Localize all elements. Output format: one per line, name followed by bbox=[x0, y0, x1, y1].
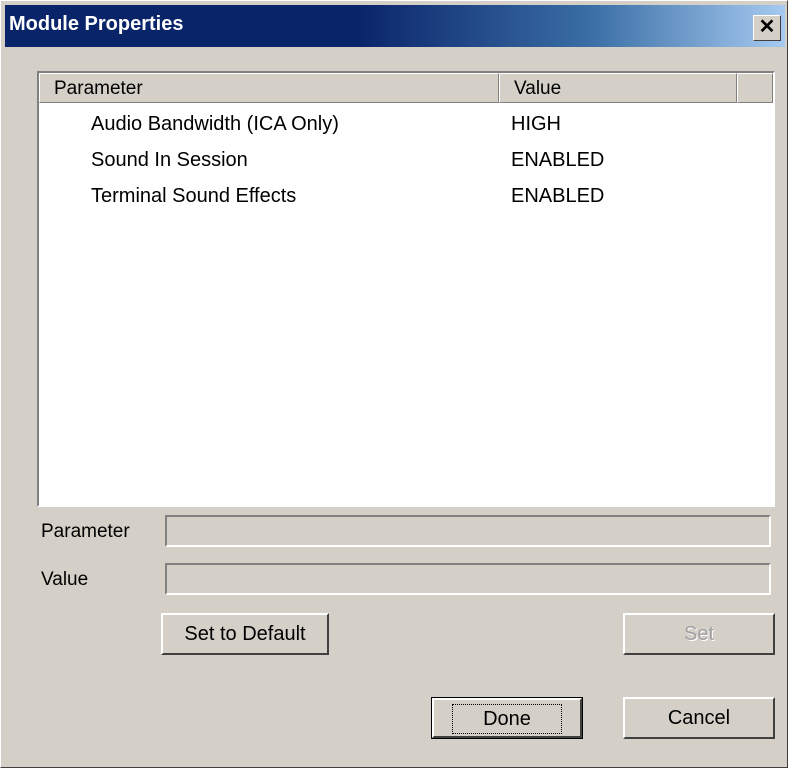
cancel-button[interactable]: Cancel bbox=[623, 697, 775, 739]
row-parameter: Sound In Session bbox=[91, 149, 248, 171]
list-item[interactable]: Terminal Sound Effects ENABLED bbox=[39, 179, 773, 215]
window-title: Module Properties bbox=[9, 13, 184, 35]
parameter-field bbox=[165, 515, 771, 547]
title-bar[interactable]: Module Properties ✕ bbox=[5, 5, 785, 47]
list-item[interactable]: Audio Bandwidth (ICA Only) HIGH bbox=[39, 107, 773, 143]
row-value: ENABLED bbox=[511, 149, 605, 171]
module-properties-dialog: Module Properties ✕ Parameter Value Audi… bbox=[0, 0, 788, 768]
row-value: HIGH bbox=[511, 113, 561, 135]
column-header-empty bbox=[737, 73, 773, 103]
close-icon: ✕ bbox=[758, 16, 776, 38]
row-parameter: Terminal Sound Effects bbox=[91, 185, 297, 207]
done-button-face: Done bbox=[432, 698, 582, 738]
parameter-list[interactable]: Parameter Value Audio Bandwidth (ICA Onl… bbox=[37, 71, 775, 507]
list-header: Parameter Value bbox=[39, 73, 773, 105]
list-item[interactable]: Sound In Session ENABLED bbox=[39, 143, 773, 179]
value-field bbox=[165, 563, 771, 595]
close-button[interactable]: ✕ bbox=[753, 15, 781, 41]
column-header-parameter[interactable]: Parameter bbox=[39, 73, 499, 103]
column-header-value[interactable]: Value bbox=[499, 73, 737, 103]
set-to-default-button[interactable]: Set to Default bbox=[161, 613, 329, 655]
value-label: Value bbox=[41, 569, 89, 590]
set-button[interactable]: Set bbox=[623, 613, 775, 655]
done-label: Done bbox=[452, 704, 562, 734]
row-parameter: Audio Bandwidth (ICA Only) bbox=[91, 113, 339, 135]
parameter-label: Parameter bbox=[41, 521, 130, 542]
row-value: ENABLED bbox=[511, 185, 605, 207]
done-button[interactable]: Done bbox=[431, 697, 583, 739]
